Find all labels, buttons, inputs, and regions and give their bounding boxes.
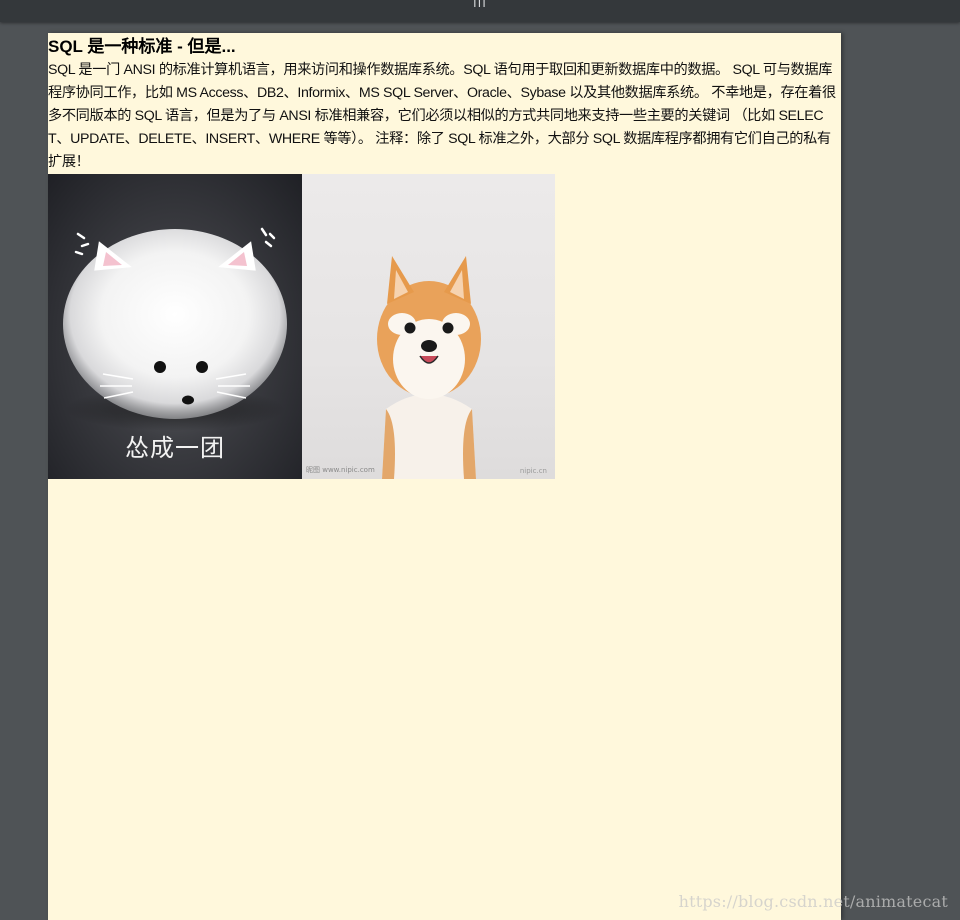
top-bar-title: ||| (0, 0, 960, 7)
document-page: SQL 是一种标准 - 但是... SQL 是一门 ANSI 的标准计算机语言，… (48, 33, 841, 920)
page-title: SQL 是一种标准 - 但是... (48, 37, 236, 56)
cat-caption: 怂成一团 (125, 434, 225, 462)
window-top-bar: ||| (0, 0, 960, 22)
csdn-watermark: https://blog.csdn.net/animatecat (678, 892, 948, 911)
article-paragraph: SQL 是一门 ANSI 的标准计算机语言，用来访问和操作数据库系统。SQL 语… (48, 62, 836, 170)
cat-image: 怂成一团 (48, 174, 302, 479)
dog-image-credit-right: nipic.cn (519, 467, 547, 475)
dog-image: 昵图 www.nipic.com nipic.cn (302, 174, 555, 479)
image-row: 怂成一团 昵图 www.nipic.com nipic.cn (48, 174, 841, 479)
dog-image-credit: 昵图 www.nipic.com (306, 466, 375, 474)
shiba-dog-illustration (377, 256, 481, 479)
